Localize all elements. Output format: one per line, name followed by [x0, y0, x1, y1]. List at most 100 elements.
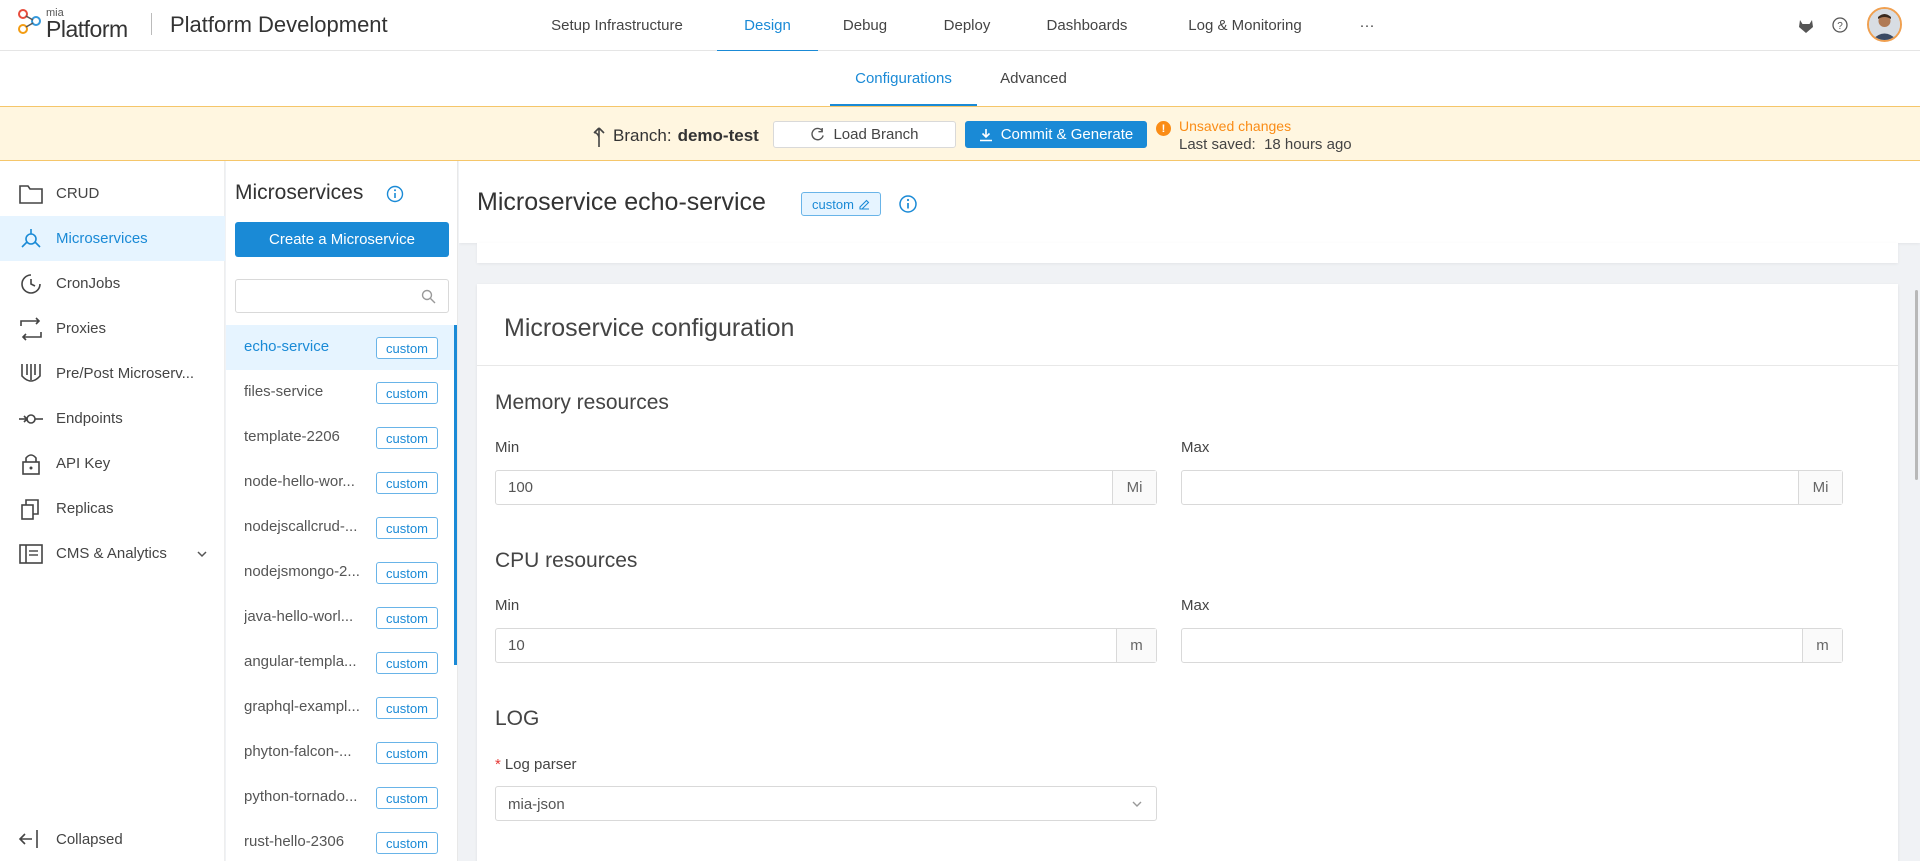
tab-configurations[interactable]: Configurations	[830, 51, 977, 106]
mia-platform-logo[interactable]: mia Platform	[17, 5, 135, 43]
list-item[interactable]: python-tornado... custom	[226, 775, 454, 820]
nav-more[interactable]: ···	[1352, 0, 1382, 51]
cpu-max-input[interactable]	[1182, 629, 1802, 662]
sidebar-item-cronjobs[interactable]: CronJobs	[0, 261, 225, 306]
list-item[interactable]: nodejsmongo-2... custom	[226, 550, 454, 595]
branch-indicator: Branch: demo-test	[591, 124, 759, 148]
custom-tag: custom	[376, 787, 438, 809]
edit-icon	[859, 199, 870, 210]
memory-min-input[interactable]	[496, 471, 1112, 504]
sidebar-item-proxies[interactable]: Proxies	[0, 306, 225, 351]
nav-design[interactable]: Design	[717, 0, 818, 52]
memory-max-field[interactable]: Mi	[1181, 470, 1843, 505]
sidebar-item-microservices[interactable]: Microservices	[0, 216, 225, 261]
microservice-name: nodejsmongo-2...	[244, 563, 360, 580]
folder-icon	[19, 185, 43, 204]
list-item[interactable]: echo-service custom	[226, 325, 454, 370]
custom-tag: custom	[376, 697, 438, 719]
custom-tag: custom	[376, 472, 438, 494]
custom-tag: custom	[376, 337, 438, 359]
collapse-sidebar-button[interactable]: Collapsed	[0, 821, 225, 857]
warning-icon: !	[1156, 121, 1171, 136]
microservice-list: echo-service custom files-service custom…	[226, 325, 458, 861]
memory-max-input[interactable]	[1182, 471, 1798, 504]
logo-divider	[151, 13, 152, 35]
endpoint-icon	[19, 414, 43, 424]
custom-tag: custom	[376, 517, 438, 539]
sidebar-item-label: CMS & Analytics	[56, 545, 167, 562]
cpu-min-field[interactable]: m	[495, 628, 1157, 663]
microservice-name: echo-service	[244, 338, 330, 355]
custom-tag: custom	[376, 607, 438, 629]
nav-debug[interactable]: Debug	[828, 0, 902, 51]
chevron-down-icon	[1132, 801, 1142, 807]
memory-min-field[interactable]: Mi	[495, 470, 1157, 505]
project-title[interactable]: Platform Development	[170, 12, 388, 38]
load-branch-button[interactable]: Load Branch	[773, 121, 956, 148]
cpu-max-unit: m	[1802, 629, 1842, 662]
list-item[interactable]: java-hello-worl... custom	[226, 595, 454, 640]
list-scrollbar[interactable]	[454, 325, 457, 665]
create-microservice-button[interactable]: Create a Microservice	[235, 222, 449, 257]
cpu-min-input[interactable]	[496, 629, 1116, 662]
list-item[interactable]: nodejscallcrud-... custom	[226, 505, 454, 550]
cpu-max-field[interactable]: m	[1181, 628, 1843, 663]
clock-icon	[21, 274, 41, 294]
list-item[interactable]: graphql-exampl... custom	[226, 685, 454, 730]
gitlab-icon[interactable]	[1797, 16, 1815, 34]
load-branch-label: Load Branch	[833, 126, 919, 143]
microservice-name: rust-hello-2306	[244, 833, 345, 850]
nav-log-monitoring[interactable]: Log & Monitoring	[1172, 0, 1318, 51]
nav-dashboards[interactable]: Dashboards	[1036, 0, 1138, 51]
commit-generate-label: Commit & Generate	[1000, 126, 1134, 143]
microservice-search[interactable]	[235, 279, 449, 313]
microservices-panel: Microservices Create a Microservice echo…	[226, 161, 458, 861]
tab-advanced[interactable]: Advanced	[987, 51, 1080, 106]
sidebar-item-pre-post-microservices[interactable]: Pre/Post Microserv...	[0, 351, 225, 396]
branch-bar: Branch: demo-test Load Branch Commit & G…	[0, 106, 1920, 161]
chevron-down-icon	[197, 551, 207, 558]
sidebar-item-replicas[interactable]: Replicas	[0, 486, 225, 531]
help-icon[interactable]: ?	[1831, 16, 1849, 34]
nav-setup-infrastructure[interactable]: Setup Infrastructure	[528, 0, 706, 51]
sidebar-item-label: Endpoints	[56, 410, 123, 427]
branch-icon	[593, 127, 605, 147]
list-item[interactable]: rust-hello-2306 custom	[226, 820, 454, 861]
main-scrollbar[interactable]	[1915, 290, 1918, 480]
list-item[interactable]: phyton-falcon-... custom	[226, 730, 454, 775]
cpu-resources-heading: CPU resources	[495, 549, 638, 572]
custom-tag: custom	[376, 427, 438, 449]
swap-icon	[20, 317, 42, 341]
sidebar-item-api-key[interactable]: API Key	[0, 441, 225, 486]
sidebar-item-label: CronJobs	[56, 275, 121, 292]
list-item[interactable]: template-2206 custom	[226, 415, 454, 460]
custom-tag: custom	[376, 742, 438, 764]
sidebar-item-crud[interactable]: CRUD	[0, 171, 225, 216]
custom-tag: custom	[376, 382, 438, 404]
card-title: Microservice configuration	[504, 314, 795, 342]
commit-generate-button[interactable]: Commit & Generate	[965, 121, 1147, 148]
custom-tag: custom	[376, 832, 438, 854]
log-parser-select[interactable]: mia-json	[495, 786, 1157, 821]
list-item[interactable]: angular-templa... custom	[226, 640, 454, 685]
user-avatar[interactable]	[1867, 7, 1902, 42]
custom-type-tag[interactable]: custom	[801, 192, 881, 216]
logo-mark-icon	[18, 9, 41, 34]
cpu-min-unit: m	[1116, 629, 1156, 662]
sub-tabs-bar: Configurations Advanced	[0, 51, 1920, 106]
sidebar-item-cms-analytics[interactable]: CMS & Analytics	[0, 531, 225, 576]
memory-max-unit: Mi	[1798, 471, 1842, 504]
memory-min-label: Min	[495, 439, 520, 456]
microservice-name: node-hello-wor...	[244, 473, 355, 490]
microservice-search-input[interactable]	[236, 280, 416, 312]
info-icon[interactable]	[898, 194, 918, 214]
sidebar-item-endpoints[interactable]: Endpoints	[0, 396, 225, 441]
log-parser-value: mia-json	[508, 796, 565, 813]
list-item[interactable]: files-service custom	[226, 370, 454, 415]
info-icon[interactable]	[386, 185, 404, 203]
memory-max-label: Max	[1181, 439, 1210, 456]
search-icon	[421, 289, 436, 304]
nav-deploy[interactable]: Deploy	[925, 0, 1009, 51]
microservice-name: python-tornado...	[244, 788, 358, 805]
list-item[interactable]: node-hello-wor... custom	[226, 460, 454, 505]
